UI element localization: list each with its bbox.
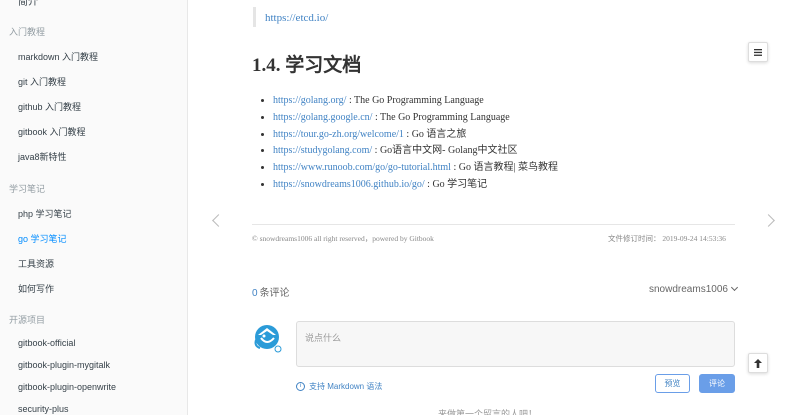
sidebar-item-github[interactable]: github 入门教程: [18, 100, 81, 113]
sidebar-item-gitbook-official[interactable]: gitbook-official: [18, 338, 75, 348]
markdown-hint[interactable]: i 支持 Markdown 语法: [296, 381, 382, 392]
doc-link[interactable]: https://studygolang.com/: [273, 145, 372, 156]
username: snowdreams1006: [649, 284, 728, 295]
comment-textarea[interactable]: 说点什么: [296, 321, 735, 367]
comments-count-number: 0: [252, 288, 258, 299]
sidebar-item-markdown[interactable]: markdown 入门教程: [18, 50, 98, 63]
doc-link[interactable]: https://golang.org/: [273, 95, 346, 106]
sidebar-item-intro[interactable]: 简介: [18, 0, 38, 8]
sidebar-item-java8[interactable]: java8新特性: [18, 150, 67, 163]
doc-link[interactable]: https://tour.go-zh.org/welcome/1: [273, 129, 404, 140]
sidebar-header-notes: 学习笔记: [9, 184, 46, 194]
list-item: https://studygolang.com/ : Go语言中文网- Gola…: [273, 143, 558, 160]
preview-button[interactable]: 预览: [655, 374, 690, 393]
sidebar-item-writing[interactable]: 如何写作: [18, 282, 54, 295]
sidebar-header-tutorials: 入门教程: [9, 27, 46, 37]
main-content: https://etcd.io/ 1.4. 学习文档 https://golan…: [189, 0, 800, 415]
doc-links-list: https://golang.org/ : The Go Programming…: [273, 93, 558, 194]
sidebar-item-tools[interactable]: 工具资源: [18, 257, 54, 270]
comments-count: 0 条评论: [252, 288, 290, 299]
sidebar-item-mygitalk[interactable]: gitbook-plugin-mygitalk: [18, 360, 110, 370]
list-item: https://tour.go-zh.org/welcome/1 : Go 语言…: [273, 127, 558, 144]
arrow-up-icon: [754, 358, 762, 368]
avatar-icon: [252, 322, 286, 356]
footer-modified-time: 文件修订时间： 2019-09-24 14:53:36: [608, 234, 726, 243]
info-icon: i: [296, 382, 305, 392]
doc-link[interactable]: https://golang.google.cn/: [273, 112, 372, 123]
list-item: https://snowdreams1006.github.io/go/ : G…: [273, 177, 558, 194]
menu-button[interactable]: [748, 42, 768, 62]
sidebar-header-opensource: 开源项目: [9, 315, 46, 325]
list-item: https://www.runoob.com/go/go-tutorial.ht…: [273, 160, 558, 177]
empty-comments-text: 来做第一个留言的人吧！: [438, 409, 538, 415]
sidebar-item-php[interactable]: php 学习笔记: [18, 207, 72, 220]
doc-link[interactable]: https://snowdreams1006.github.io/go/: [273, 179, 425, 190]
sidebar: 简介 入门教程 markdown 入门教程 git 入门教程 github 入门…: [0, 0, 188, 415]
sidebar-item-openwrite[interactable]: gitbook-plugin-openwrite: [18, 382, 116, 392]
sidebar-item-git[interactable]: git 入门教程: [18, 75, 66, 88]
submit-comment-button[interactable]: 评论: [699, 374, 735, 393]
user-dropdown[interactable]: snowdreams1006: [649, 283, 738, 295]
blockquote: https://etcd.io/: [253, 7, 328, 27]
footer-divider: [252, 224, 735, 225]
back-to-top-button[interactable]: [748, 353, 768, 373]
menu-icon: [754, 48, 762, 56]
sidebar-item-gitbook[interactable]: gitbook 入门教程: [18, 125, 86, 138]
doc-link[interactable]: https://www.runoob.com/go/go-tutorial.ht…: [273, 162, 451, 173]
sidebar-item-go[interactable]: go 学习笔记: [18, 232, 67, 245]
etcd-link[interactable]: https://etcd.io/: [265, 12, 328, 24]
sidebar-item-security-plus[interactable]: security-plus: [18, 404, 69, 414]
footer-copyright: © snowdreams1006 all right reserved，powe…: [252, 234, 434, 243]
list-item: https://golang.org/ : The Go Programming…: [273, 93, 558, 110]
comment-placeholder: 说点什么: [305, 333, 342, 343]
list-item: https://golang.google.cn/ : The Go Progr…: [273, 110, 558, 127]
section-title: 1.4. 学习文档: [252, 55, 362, 76]
chevron-down-icon: [730, 283, 738, 292]
